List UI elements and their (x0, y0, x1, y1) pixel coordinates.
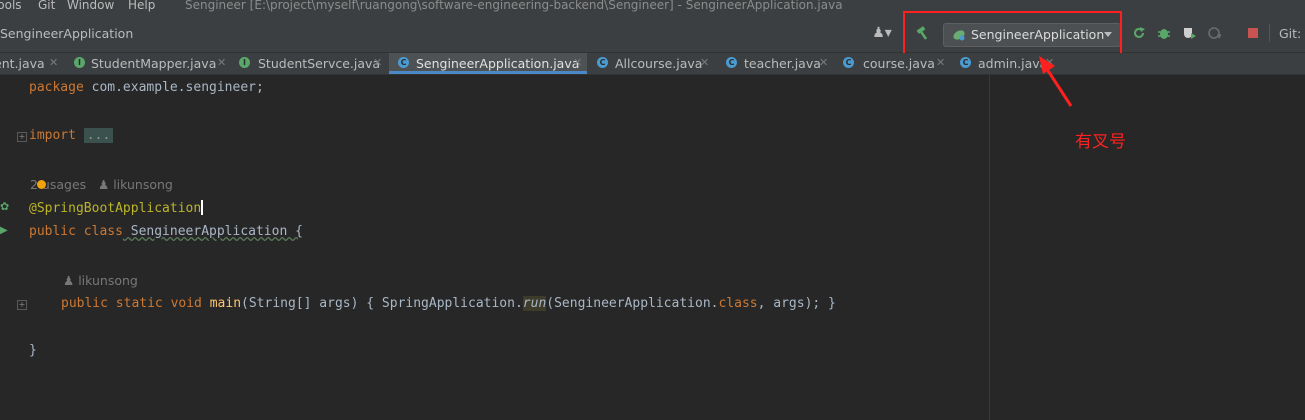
close-icon[interactable]: ✕ (373, 56, 382, 69)
keyword: public static void (61, 296, 202, 311)
annotation: @SpringBootApplication (29, 201, 202, 216)
stop-icon[interactable] (1244, 24, 1262, 42)
interface-icon: I (239, 57, 250, 68)
menu-help[interactable]: Help (128, 0, 155, 11)
window-title: Sengineer [E:\project\myself\ruangong\so… (185, 0, 843, 12)
coverage-shield-icon[interactable] (1180, 24, 1198, 42)
method-args: (String[] args) { SpringApplication. (241, 296, 523, 311)
bulb-icon[interactable] (37, 180, 46, 189)
folded-imports[interactable]: ... (83, 128, 114, 143)
spring-class-icon: C (398, 57, 409, 68)
keyword: class (718, 296, 758, 311)
highlight-box (903, 11, 1122, 56)
method-name: main (201, 296, 242, 311)
keyword: public class (29, 224, 123, 239)
tab-teacher[interactable]: C teacher.java ✕ (716, 53, 832, 74)
menu-git[interactable]: Git (38, 0, 55, 11)
run-call: run (522, 296, 547, 311)
fold-expand-icon[interactable]: + (17, 132, 27, 142)
class-icon: C (726, 57, 737, 68)
closing-brace-line: } (29, 343, 37, 358)
person-icon: ♟ (63, 273, 75, 288)
right-margin-guide (989, 75, 990, 420)
tab-course[interactable]: C course.java ✕ (832, 53, 950, 74)
close-icon[interactable]: ✕ (49, 56, 58, 69)
tab-label: StudentMapper.java (91, 56, 217, 71)
import-line: import ... (29, 128, 114, 143)
run-args-end: , args); } (757, 296, 836, 311)
user-icon[interactable]: ♟▾ (872, 24, 892, 42)
author-hint: ♟ likunsong (63, 273, 138, 288)
keyword: package (29, 80, 84, 95)
main-method-line: public static void main(String[] args) {… (61, 296, 836, 311)
close-icon[interactable]: ✕ (573, 56, 582, 69)
class-icon: C (843, 57, 854, 68)
close-icon[interactable]: ✕ (819, 56, 828, 69)
menu-tools[interactable]: Tools (0, 0, 22, 11)
class-name: SengineerApplication { (122, 224, 303, 239)
close-icon[interactable]: ✕ (217, 56, 226, 69)
spring-bean-gutter-icon[interactable]: ✿ (0, 200, 9, 213)
toolbar-separator (1269, 24, 1270, 42)
profiler-icon[interactable]: ▾ (1206, 24, 1224, 42)
person-icon: ♟ (98, 177, 110, 192)
run-args: (SengineerApplication. (546, 296, 719, 311)
breadcrumb[interactable]: SengineerApplication (0, 26, 133, 41)
interface-icon: I (74, 57, 85, 68)
annotation-note: 有叉号 (1075, 132, 1126, 152)
tab-label: SengineerApplication.java (416, 56, 580, 71)
annotation-arrow (1039, 56, 1073, 107)
tab-label: Allcourse.java (615, 56, 703, 71)
menu-window[interactable]: Window (67, 0, 114, 11)
tab-allcourse[interactable]: C Allcourse.java ✕ (588, 53, 715, 74)
author-name: likunsong (113, 177, 173, 192)
author-hint: ♟ likunsong (98, 177, 173, 192)
tab-label: StudentServce.java (258, 56, 381, 71)
run-gutter-icon[interactable]: ▶ (0, 225, 8, 236)
fold-collapse-icon[interactable]: + (17, 300, 27, 310)
class-icon: C (960, 57, 971, 68)
author-name: likunsong (78, 273, 138, 288)
tab-label: course.java (863, 56, 935, 71)
svg-text:▾: ▾ (1217, 32, 1222, 40)
tab-sengineerapplication[interactable]: C SengineerApplication.java ✕ (389, 53, 587, 74)
tab-label: ent.java (0, 56, 45, 71)
editor-tabs: ent.java ✕ I StudentMapper.java ✕ I Stud… (0, 53, 1305, 75)
package-line: package com.example.sengineer; (29, 80, 264, 95)
class-icon: C (597, 57, 608, 68)
close-icon[interactable]: ✕ (700, 56, 709, 69)
tab-studentmapper[interactable]: I StudentMapper.java ✕ (66, 53, 228, 74)
rerun-icon[interactable] (1130, 24, 1148, 42)
keyword: import (29, 128, 76, 143)
class-declaration-line: public class SengineerApplication { (29, 224, 303, 239)
tab-label: teacher.java (744, 56, 821, 71)
debug-bug-icon[interactable] (1155, 24, 1173, 42)
text-caret (201, 200, 204, 215)
annotation-line: @SpringBootApplication (29, 200, 204, 216)
package-name: com.example.sengineer; (83, 80, 264, 95)
tab-ent[interactable]: ent.java ✕ (0, 53, 66, 74)
git-label[interactable]: Git: (1279, 26, 1301, 41)
tab-studentservce[interactable]: I StudentServce.java ✕ (228, 53, 388, 74)
close-icon[interactable]: ✕ (936, 56, 945, 69)
